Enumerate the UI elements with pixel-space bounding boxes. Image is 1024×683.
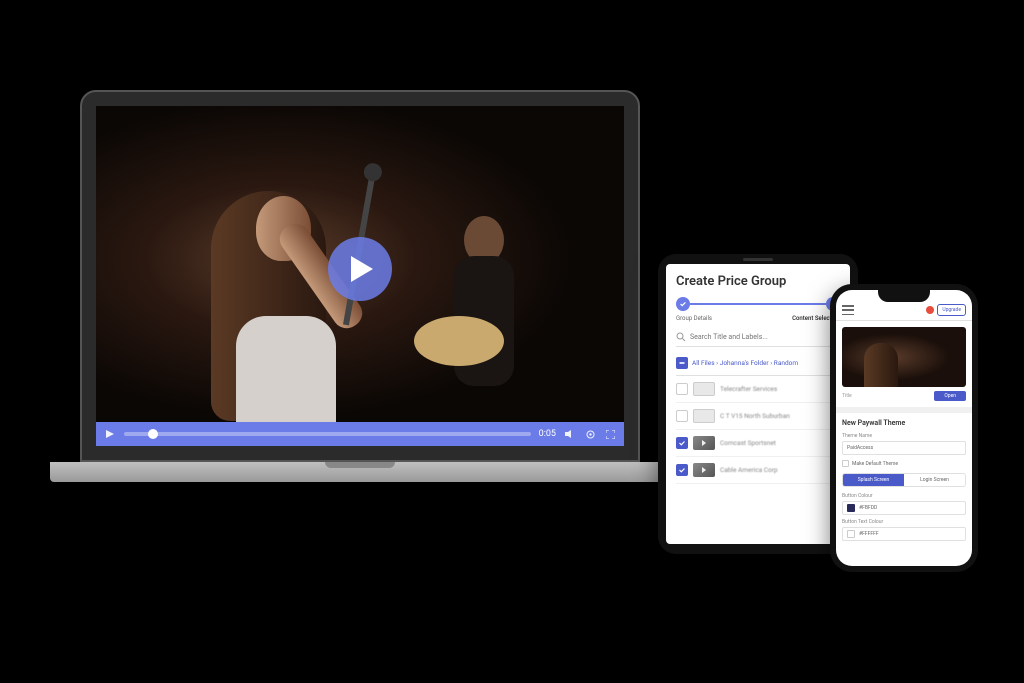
row-checkbox[interactable] xyxy=(676,410,688,422)
stepper: 2 xyxy=(676,297,840,311)
breadcrumb-text[interactable]: All Files › Johanna's Folder › Random xyxy=(692,359,798,367)
search-icon xyxy=(676,332,686,342)
button-colour-value: #FBFDD xyxy=(859,505,877,511)
search-input[interactable] xyxy=(690,333,840,341)
play-small-icon[interactable] xyxy=(104,428,116,440)
guitarist-illustration xyxy=(424,216,544,416)
laptop-base xyxy=(50,462,670,482)
step-connector xyxy=(690,303,826,305)
preview-title: Title xyxy=(842,393,852,399)
list-item[interactable]: Comcast Sportsnet xyxy=(676,430,840,457)
laptop-mockup: 0:05 xyxy=(80,90,640,482)
video-thumb-icon xyxy=(693,463,715,477)
notification-badge-icon[interactable] xyxy=(926,306,934,314)
hamburger-icon[interactable] xyxy=(842,305,854,315)
theme-name-label: Theme Name xyxy=(842,433,966,439)
upgrade-button[interactable]: Upgrade xyxy=(937,304,966,316)
screen-tabs: Splash Screen Login Screen xyxy=(842,473,966,487)
button-text-colour-value: #FFFFFF xyxy=(859,531,879,537)
tablet-mockup: Create Price Group 2 Group Details Conte… xyxy=(658,254,858,554)
tablet-screen: Create Price Group 2 Group Details Conte… xyxy=(666,264,850,544)
row-checkbox[interactable] xyxy=(676,464,688,476)
colour-swatch-icon xyxy=(847,504,855,512)
video-player: 0:05 xyxy=(96,106,624,446)
singer-illustration xyxy=(156,166,376,446)
row-label: C T V15 North Suburban xyxy=(720,412,790,420)
breadcrumb: All Files › Johanna's Folder › Random xyxy=(676,351,840,376)
progress-knob[interactable] xyxy=(148,429,158,439)
list-item[interactable]: Telecrafter Services xyxy=(676,376,840,403)
button-colour-label: Button Colour xyxy=(842,493,966,499)
time-label: 0:05 xyxy=(539,429,556,439)
button-text-colour-field[interactable]: #FFFFFF xyxy=(842,527,966,541)
play-button[interactable] xyxy=(328,237,392,301)
step-1-done-icon xyxy=(676,297,690,311)
preview-open-button[interactable]: Open xyxy=(934,391,966,401)
row-label: Telecrafter Services xyxy=(720,385,777,393)
phone-mockup: Upgrade Title Open New Paywall Theme The… xyxy=(830,284,978,572)
folder-icon xyxy=(693,382,715,396)
tab-login[interactable]: Login Screen xyxy=(904,474,965,486)
play-icon xyxy=(351,256,373,282)
search-row xyxy=(676,328,840,347)
folder-icon xyxy=(693,409,715,423)
step-labels: Group Details Content Selection xyxy=(676,315,840,322)
default-theme-checkbox-row[interactable]: Make Default Theme xyxy=(842,460,966,467)
row-checkbox[interactable] xyxy=(676,383,688,395)
preview-meta: Title Open xyxy=(842,391,966,401)
section-title: New Paywall Theme xyxy=(842,419,966,427)
volume-icon[interactable] xyxy=(564,428,576,440)
list-item[interactable]: C T V15 North Suburban xyxy=(676,403,840,430)
phone-screen: Upgrade Title Open New Paywall Theme The… xyxy=(836,290,972,566)
tab-splash[interactable]: Splash Screen xyxy=(843,474,904,486)
select-all-checkbox[interactable] xyxy=(676,357,688,369)
row-checkbox[interactable] xyxy=(676,437,688,449)
laptop-bezel: 0:05 xyxy=(80,90,640,462)
section-divider xyxy=(836,407,972,413)
colour-swatch-icon xyxy=(847,530,855,538)
video-controls: 0:05 xyxy=(96,422,624,446)
row-label: Comcast Sportsnet xyxy=(720,439,776,447)
button-colour-field[interactable]: #FBFDD xyxy=(842,501,966,515)
button-text-colour-label: Button Text Colour xyxy=(842,519,966,525)
content-list: Telecrafter Services C T V15 North Subur… xyxy=(676,376,840,484)
progress-bar[interactable] xyxy=(124,432,531,436)
default-theme-checkbox[interactable] xyxy=(842,460,849,467)
page-title: Create Price Group xyxy=(676,274,840,289)
list-item[interactable]: Cable America Corp xyxy=(676,457,840,484)
theme-name-field[interactable]: PaidAccess xyxy=(842,441,966,455)
phone-notch xyxy=(878,290,930,302)
fullscreen-icon[interactable] xyxy=(604,428,616,440)
row-label: Cable America Corp xyxy=(720,466,778,474)
default-theme-label: Make Default Theme xyxy=(852,461,898,467)
settings-icon[interactable] xyxy=(584,428,596,440)
step-1-label: Group Details xyxy=(676,315,712,322)
video-preview[interactable] xyxy=(842,327,966,387)
video-thumb-icon xyxy=(693,436,715,450)
